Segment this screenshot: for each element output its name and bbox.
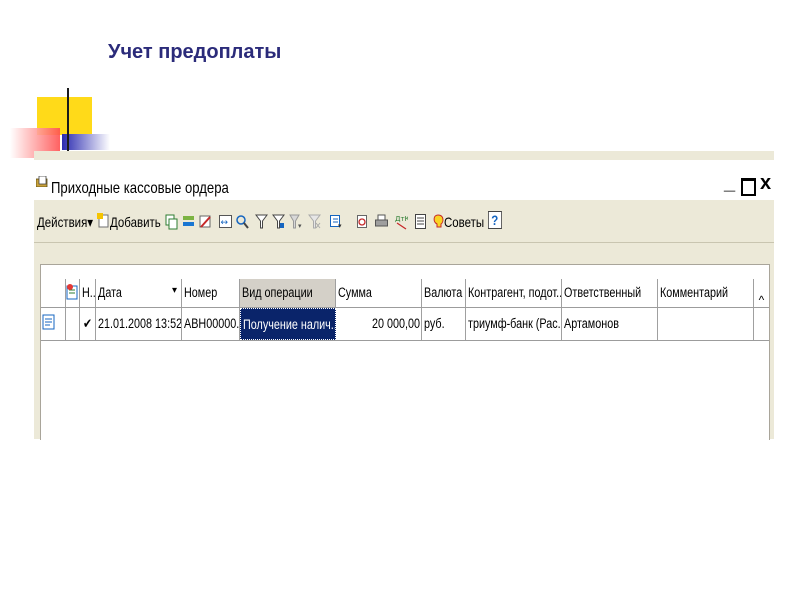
dropdown-arrow-icon: ▾ xyxy=(87,214,94,230)
row-responsible-cell[interactable]: Артамонов xyxy=(562,308,658,340)
posted-document-icon xyxy=(66,284,78,300)
column-header-currency[interactable]: Валюта xyxy=(422,279,466,307)
scroll-up-button[interactable]: ^ xyxy=(754,293,769,308)
slide-title: Учет предоплаты xyxy=(108,41,282,63)
actions-menu-button[interactable]: Действия▾ xyxy=(37,214,93,231)
cash-orders-window: Приходные кассовые ордера _ x Действия▾ … xyxy=(34,151,774,440)
actions-label: Действия xyxy=(37,214,88,230)
group-icon[interactable] xyxy=(182,213,195,230)
row-currency-cell[interactable]: руб. xyxy=(422,308,466,340)
interval-icon[interactable]: ↔ xyxy=(219,213,232,230)
minimize-button[interactable]: _ xyxy=(724,173,735,193)
table-row[interactable]: ✔ 21.01.2008 13:52:24 АВН00000... Получе… xyxy=(41,308,769,341)
column-header-responsible[interactable]: Ответственный xyxy=(562,279,658,307)
documents-table: Н.. Дата ▾ Номер Вид операции Сумма Валют… xyxy=(40,264,770,440)
sort-arrow-icon: ▾ xyxy=(171,285,177,296)
journal-icon[interactable] xyxy=(414,213,427,230)
print-icon[interactable] xyxy=(375,213,388,230)
folder-document-icon xyxy=(36,176,48,187)
svg-text:▾: ▾ xyxy=(298,223,302,230)
filter-value-icon[interactable] xyxy=(272,213,285,230)
document-icon xyxy=(42,314,55,330)
row-document-cell xyxy=(41,308,66,340)
filter-history-icon[interactable]: ▾ xyxy=(289,213,302,230)
svg-text:↔: ↔ xyxy=(221,218,229,228)
table-header-row: Н.. Дата ▾ Номер Вид операции Сумма Валют… xyxy=(41,279,769,308)
add-document-icon xyxy=(97,213,109,228)
row-number-cell[interactable]: АВН00000... xyxy=(182,308,240,340)
column-header-sum[interactable]: Сумма xyxy=(336,279,422,307)
help-button[interactable]: ? xyxy=(488,211,502,229)
row-counterparty-cell[interactable]: триумф-банк (Рас... xyxy=(466,308,562,340)
dtkt-label: ДтКт xyxy=(395,215,408,223)
row-comment-cell[interactable] xyxy=(658,308,754,340)
column-header-number[interactable]: Номер xyxy=(182,279,240,307)
find-icon[interactable] xyxy=(236,213,249,230)
column-header-empty xyxy=(41,279,66,307)
row-operation-cell[interactable]: Получение налич... xyxy=(240,308,336,340)
advice-button[interactable]: Советы xyxy=(444,214,484,230)
svg-text:▾: ▾ xyxy=(338,223,342,230)
column-header-operation[interactable]: Вид операции xyxy=(240,279,336,307)
add-button[interactable]: Добавить xyxy=(110,214,161,230)
column-header-n[interactable]: Н.. xyxy=(80,279,96,307)
window-caption: Приходные кассовые ордера _ x xyxy=(34,160,774,200)
dtkt-icon[interactable]: ДтКт xyxy=(395,213,408,230)
row-sum-cell[interactable]: 20 000,00 xyxy=(336,308,422,340)
structure-icon[interactable]: ▾ xyxy=(330,213,343,230)
disable-filter-icon[interactable] xyxy=(308,213,321,230)
toolbar: Действия▾ Добавить ↔ ▾ ▾ ДтКт Советы ? xyxy=(34,202,774,243)
column-header-comment[interactable]: Комментарий xyxy=(658,279,754,307)
filter-icon[interactable] xyxy=(255,213,268,230)
copy-icon[interactable] xyxy=(165,213,178,230)
decorative-vertical-line xyxy=(67,88,69,158)
refresh-icon[interactable] xyxy=(356,213,369,230)
edit-icon[interactable] xyxy=(199,213,212,230)
decorative-blue-bar xyxy=(62,134,110,150)
column-header-counterparty[interactable]: Контрагент, подот... xyxy=(466,279,562,307)
window-title: Приходные кассовые ордера xyxy=(51,180,229,197)
row-status-cell xyxy=(66,308,80,340)
column-header-status[interactable] xyxy=(66,279,80,307)
close-button[interactable]: x xyxy=(760,173,771,193)
row-date-cell[interactable]: 21.01.2008 13:52:24 xyxy=(96,308,182,340)
maximize-button[interactable] xyxy=(741,178,756,196)
row-checkmark-icon: ✔ xyxy=(80,308,96,340)
column-header-date[interactable]: Дата ▾ xyxy=(96,279,182,307)
